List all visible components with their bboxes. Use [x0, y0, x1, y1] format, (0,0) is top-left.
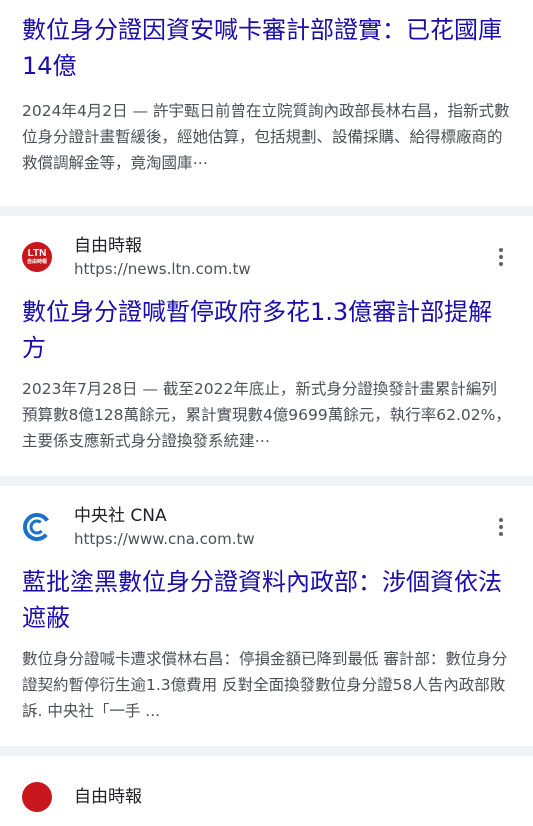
favicon-sublabel: 自由時報	[26, 259, 47, 265]
source-text: 中央社 CNA https://www.cna.com.tw	[74, 504, 255, 550]
source-text: 自由時報 https://news.ltn.com.tw	[74, 234, 251, 280]
result-title-link[interactable]: 數位身分證因資安喊卡審計部證實：已花國庫14億	[22, 12, 511, 84]
result-source-row[interactable]: 自由時報	[22, 768, 511, 826]
source-name: 自由時報	[74, 236, 142, 256]
more-vert-icon[interactable]	[491, 514, 511, 540]
cna-favicon-icon	[22, 512, 52, 542]
result-source-row[interactable]: 中央社 CNA https://www.cna.com.tw	[22, 498, 511, 556]
source-url: https://www.cna.com.tw	[74, 530, 255, 548]
result-divider	[0, 746, 533, 756]
source-name: 中央社 CNA	[74, 506, 167, 526]
result-source-row[interactable]: LTN 自由時報 自由時報 https://news.ltn.com.tw	[22, 228, 511, 286]
favicon-label: LTN	[27, 248, 47, 259]
source-text: 自由時報	[74, 785, 142, 809]
result-divider	[0, 476, 533, 486]
search-result-card: 自由時報	[0, 756, 533, 826]
result-divider	[0, 206, 533, 216]
more-vert-icon[interactable]	[491, 244, 511, 270]
result-snippet: 數位身分證喊卡遭求償林右昌：停損金額已降到最低 審計部：數位身分證契約暫停衍生逾…	[22, 650, 508, 720]
search-result-card: 中央社 CNA https://www.cna.com.tw 藍批塗黑數位身分證…	[0, 486, 533, 740]
result-title-link[interactable]: 藍批塗黑數位身分證資料內政部：涉個資依法遮蔽	[22, 564, 511, 636]
ltn-favicon-icon	[22, 782, 52, 812]
search-result-card: LTN 自由時報 自由時報 https://news.ltn.com.tw 數位…	[0, 216, 533, 470]
ltn-favicon-icon: LTN 自由時報	[22, 242, 52, 272]
source-name: 自由時報	[74, 787, 142, 807]
search-result-card: 數位身分證因資安喊卡審計部證實：已花國庫14億 2024年4月2日 — 許宇甄日…	[0, 0, 533, 192]
source-url: https://news.ltn.com.tw	[74, 260, 251, 278]
result-snippet: 2024年4月2日 — 許宇甄日前曾在立院質詢內政部長林右昌，指新式數位身分證計…	[22, 102, 510, 172]
result-title-link[interactable]: 數位身分證喊暫停政府多花1.3億審計部提解方	[22, 294, 511, 366]
result-snippet: 2023年7月28日 — 截至2022年底止，新式身分證換發計畫累計編列預算數8…	[22, 380, 511, 450]
